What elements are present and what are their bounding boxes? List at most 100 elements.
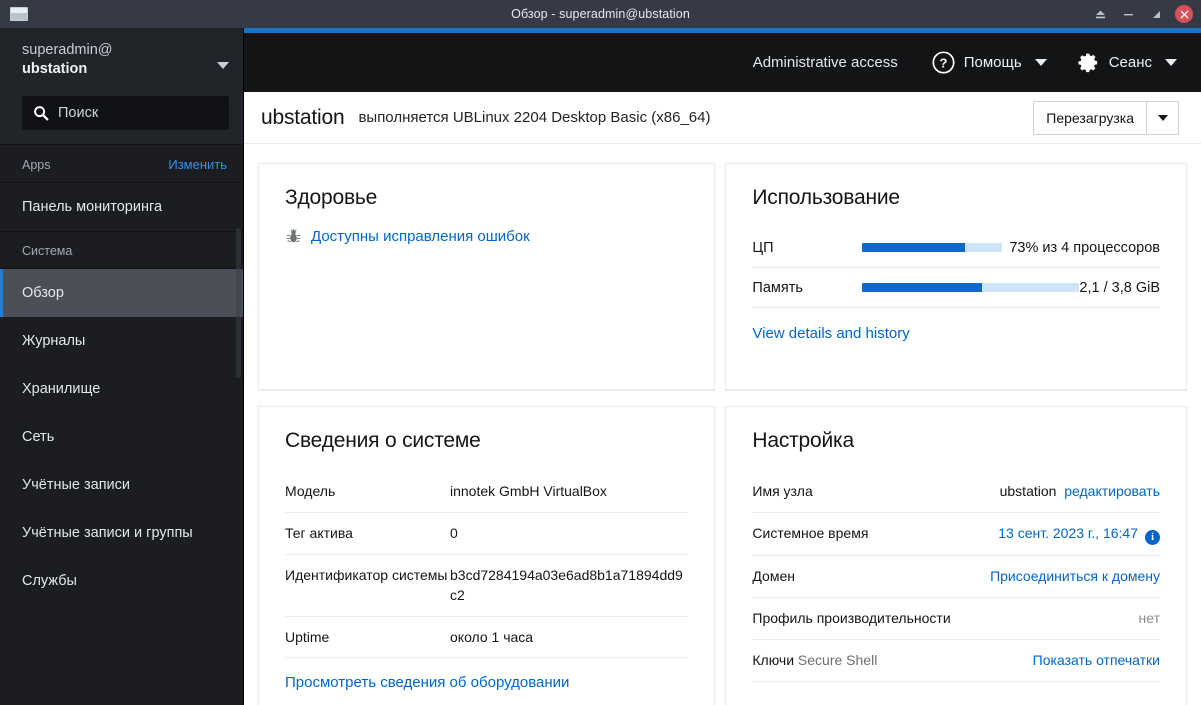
minimize-icon[interactable] [1115, 3, 1141, 25]
account-switcher[interactable]: superadmin@ ubstation [0, 28, 243, 90]
table-row: Системное время 13 сент. 2023 г., 16:47 i [752, 513, 1160, 557]
reboot-dropdown-toggle[interactable] [1146, 101, 1178, 134]
sidebar-apps-edit-link[interactable]: Изменить [168, 157, 227, 172]
sysinfo-assettag-value: 0 [450, 524, 458, 541]
sidebar-section-apps-label: Apps [22, 157, 51, 172]
table-row: Модель innotek GmbH VirtualBox [285, 471, 689, 513]
page-header: ubstation выполняется UBLinux 2204 Deskt… [244, 92, 1201, 144]
sidebar-item-network[interactable]: Сеть [0, 413, 243, 461]
usage-cpu-progress-fill [862, 243, 965, 252]
window-controls [1087, 3, 1201, 25]
config-sshkeys-cell: Показать отпечатки [974, 651, 1160, 671]
system-information-list: Модель innotek GmbH VirtualBox Тег актив… [285, 471, 689, 659]
config-domain-cell: Присоединиться к домену [974, 567, 1160, 587]
table-row: Домен Присоединиться к домену [752, 556, 1160, 599]
sysinfo-model-label: Модель [285, 483, 336, 499]
window-icon [10, 7, 28, 21]
system-information-footer: Просмотреть сведения об оборудовании [285, 674, 688, 692]
chevron-down-icon [1157, 114, 1168, 121]
application-window: Обзор - superadmin@ubstation superadmin@… [0, 0, 1201, 705]
card-system-information-title: Сведения о системе [285, 429, 481, 452]
usage-cpu-progress [862, 243, 1003, 252]
sidebar-item-accounts[interactable]: Учётные записи [0, 461, 243, 509]
config-hostname-edit-link[interactable]: редактировать [1064, 483, 1160, 499]
card-configuration: Настройка Имя узла ubstation редактирова… [725, 406, 1187, 705]
config-join-domain-link[interactable]: Присоединиться к домену [990, 568, 1160, 584]
sidebar-item-accounts-groups[interactable]: Учётные записи и группы [0, 509, 243, 557]
config-sshkeys-label-strong: Ключи [752, 652, 795, 669]
usage-memory-value: 2,1 / 3,8 GiB [1079, 279, 1160, 296]
card-health: Здоровье Доступны исправления ошибок [258, 163, 716, 390]
usage-footer: View details and history [752, 325, 1160, 343]
close-icon[interactable] [1175, 5, 1193, 23]
table-row: Профиль производительности нет [752, 598, 1160, 641]
configuration-list: Имя узла ubstation редактировать Системн… [752, 471, 1160, 683]
table-row: Ключи Secure Shell Показать отпечатки [752, 640, 1160, 683]
table-row: Имя узла ubstation редактировать [752, 471, 1160, 513]
card-configuration-title: Настройка [752, 429, 854, 452]
help-menu-label: Помощь [963, 54, 1022, 71]
config-show-fingerprints-link[interactable]: Показать отпечатки [1033, 652, 1160, 668]
bug-icon [286, 229, 301, 243]
chevron-down-icon [217, 62, 229, 69]
config-systemtime-cell: 13 сент. 2023 г., 16:47 i [974, 524, 1160, 546]
info-icon[interactable]: i [1145, 530, 1160, 546]
table-row: Тег актива 0 [285, 513, 689, 555]
reboot-button[interactable]: Перезагрузка [1034, 102, 1146, 134]
sidebar-item-storage[interactable]: Хранилище [0, 365, 243, 413]
usage-cpu-label: ЦП [752, 239, 774, 256]
help-circle-icon: ? [932, 51, 955, 74]
window-titlebar: Обзор - superadmin@ubstation [0, 0, 1201, 28]
usage-memory-progress [862, 283, 1080, 292]
usage-details-link[interactable]: View details and history [752, 325, 909, 342]
administrative-access-label[interactable]: Administrative access [753, 54, 898, 71]
usage-cpu-value: 73% из 4 процессоров [1009, 239, 1160, 256]
card-system-information: Сведения о системе Модель innotek GmbH V… [258, 406, 716, 705]
sidebar-item-services[interactable]: Службы [0, 557, 243, 605]
top-navigation-bar: Administrative access ? Помощь Сеанс [244, 33, 1201, 92]
usage-row-memory: Память 2,1 / 3,8 GiB [752, 268, 1160, 308]
help-menu[interactable]: ? Помощь [932, 51, 1047, 74]
sidebar-item-overview[interactable]: Обзор [0, 269, 243, 317]
usage-memory-label: Память [752, 279, 803, 296]
eject-icon[interactable] [1087, 3, 1113, 25]
account-host: ubstation [22, 61, 88, 78]
sysinfo-model-value: innotek GmbH VirtualBox [450, 483, 607, 499]
sidebar-item-logs[interactable]: Журналы [0, 317, 243, 365]
config-systemtime-value[interactable]: 13 сент. 2023 г., 16:47 [998, 525, 1138, 541]
dashboard-grid: Здоровье Доступны исправления ошибок Исп… [244, 144, 1201, 705]
chevron-down-icon [1165, 59, 1177, 66]
config-perfprofile-label: Профиль производительности [752, 610, 951, 627]
sidebar-item-dashboard[interactable]: Панель мониторинга [0, 183, 243, 231]
chevron-down-icon [1034, 59, 1047, 66]
page-header-actions: Перезагрузка [1033, 100, 1179, 135]
sidebar-scrollbar[interactable] [236, 228, 241, 378]
search-input[interactable] [58, 105, 243, 121]
search-box[interactable] [22, 96, 243, 130]
sysinfo-uptime-label: Uptime [285, 628, 330, 645]
card-usage-title: Использование [752, 186, 900, 209]
config-systemtime-label: Системное время [752, 524, 869, 541]
sidebar: superadmin@ ubstation Apps Изменить Пане… [0, 28, 244, 705]
config-sshkeys-label-rest: Secure Shell [797, 652, 878, 669]
sysinfo-uptime-value: около 1 часа [450, 628, 534, 645]
restore-icon[interactable] [1143, 3, 1169, 25]
sidebar-section-system: Система [0, 231, 243, 268]
sysinfo-machineid-label: Идентификатор системы [285, 566, 448, 583]
config-hostname-cell: ubstation редактировать [974, 482, 1160, 502]
config-domain-label: Домен [752, 568, 795, 585]
view-hardware-details-link[interactable]: Просмотреть сведения об оборудовании [285, 674, 569, 691]
table-row: Uptime около 1 часа [285, 617, 689, 659]
config-hostname-label: Имя узла [752, 483, 813, 499]
sidebar-section-apps: Apps Изменить [0, 144, 243, 182]
card-usage: Использование ЦП 73% из 4 процессоров Па… [725, 163, 1187, 390]
search-container [0, 90, 243, 144]
session-menu-label: Сеанс [1108, 54, 1152, 71]
sidebar-apps-group: Панель мониторинга [0, 182, 243, 231]
usage-row-cpu: ЦП 73% из 4 процессоров [752, 228, 1160, 268]
account-switcher-text: superadmin@ ubstation [22, 36, 112, 79]
config-perfprofile-value[interactable]: нет [974, 609, 1160, 629]
health-updates-link[interactable]: Доступны исправления ошибок [311, 228, 530, 245]
gear-icon [1077, 51, 1100, 74]
session-menu[interactable]: Сеанс [1077, 51, 1177, 74]
